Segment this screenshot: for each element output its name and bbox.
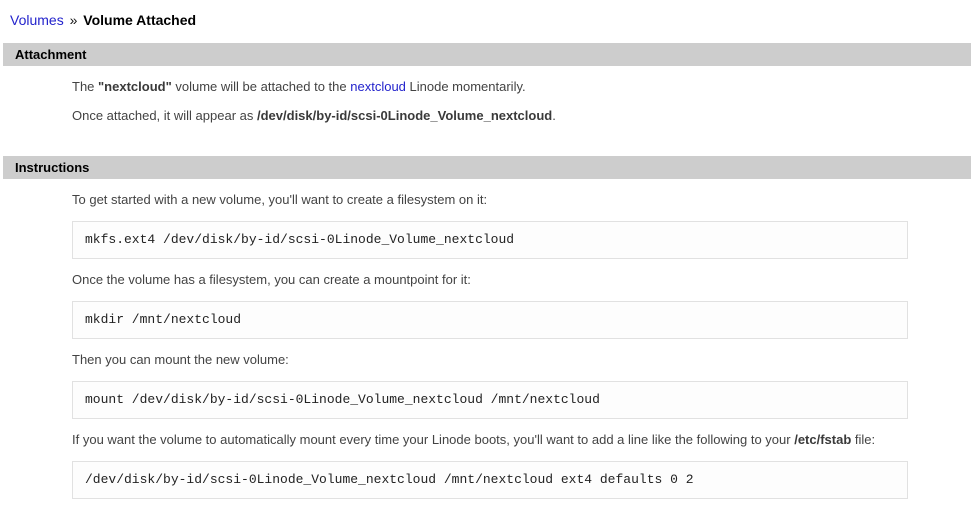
attachment-status-text-mid: volume will be attached to the [172, 79, 351, 94]
breadcrumb-link-volumes[interactable]: Volumes [10, 12, 64, 28]
instruction-step1-text: To get started with a new volume, you'll… [72, 192, 970, 208]
breadcrumb-separator: » [68, 12, 80, 28]
section-header-attachment: Attachment [3, 43, 971, 66]
device-path-text-post: . [552, 108, 556, 123]
instruction-step3-text: Then you can mount the new volume: [72, 352, 970, 368]
code-block-fstab-line: /dev/disk/by-id/scsi-0Linode_Volume_next… [72, 461, 908, 499]
linode-link-nextcloud[interactable]: nextcloud [350, 79, 406, 94]
code-block-mkdir: mkdir /mnt/nextcloud [72, 301, 908, 339]
attachment-status-text-pre: The [72, 79, 98, 94]
volume-name: "nextcloud" [98, 79, 172, 94]
code-block-mount: mount /dev/disk/by-id/scsi-0Linode_Volum… [72, 381, 908, 419]
code-block-mkfs: mkfs.ext4 /dev/disk/by-id/scsi-0Linode_V… [72, 221, 908, 259]
fstab-text-pre: If you want the volume to automatically … [72, 432, 794, 447]
instruction-step2-text: Once the volume has a filesystem, you ca… [72, 272, 970, 288]
attachment-status-text-post: Linode momentarily. [406, 79, 526, 94]
breadcrumb: Volumes » Volume Attached [0, 0, 980, 29]
fstab-text-post: file: [851, 432, 875, 447]
attachment-device-path-text: Once attached, it will appear as /dev/di… [72, 108, 970, 124]
breadcrumb-current-page: Volume Attached [83, 12, 196, 28]
device-path: /dev/disk/by-id/scsi-0Linode_Volume_next… [257, 108, 552, 123]
instructions-section-body: To get started with a new volume, you'll… [72, 192, 970, 499]
section-header-instructions: Instructions [3, 156, 971, 179]
attachment-section-body: The "nextcloud" volume will be attached … [72, 79, 970, 124]
instruction-step4-text: If you want the volume to automatically … [72, 432, 970, 448]
device-path-text-pre: Once attached, it will appear as [72, 108, 257, 123]
attachment-status-text: The "nextcloud" volume will be attached … [72, 79, 970, 95]
fstab-path: /etc/fstab [794, 432, 851, 447]
